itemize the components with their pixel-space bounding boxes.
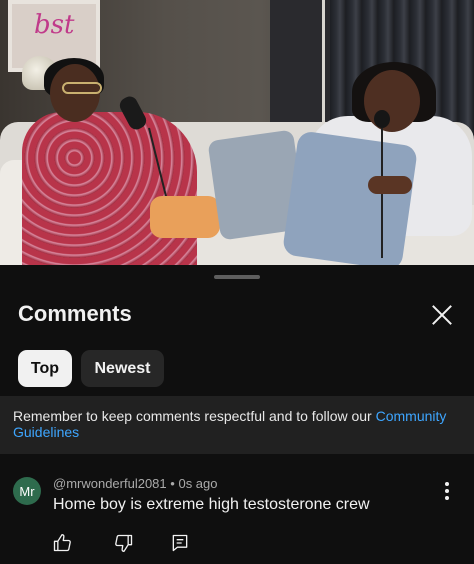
frame-logo: bst	[34, 10, 75, 40]
comment-item: Mr @mrwonderful2081 • 0s ago Home boy is…	[0, 471, 474, 564]
glasses	[62, 82, 102, 94]
panel-title: Comments	[18, 301, 132, 326]
notice-text: Remember to keep comments respectful and…	[13, 408, 376, 424]
person-right-head	[364, 70, 420, 132]
comment-meta: @mrwonderful2081 • 0s ago	[53, 476, 218, 491]
thumbs-up-icon[interactable]	[52, 533, 72, 553]
thumbs-down-icon[interactable]	[114, 533, 134, 553]
comment-time: 0s ago	[178, 476, 218, 491]
comment-text: Home boy is extreme high testosterone cr…	[53, 496, 370, 513]
video-player[interactable]: bst	[0, 0, 474, 265]
person-right-hand	[368, 176, 412, 194]
community-notice: Remember to keep comments respectful and…	[0, 396, 474, 454]
avatar[interactable]: Mr	[13, 477, 41, 505]
lamp-pole	[322, 0, 325, 125]
microphone-right	[374, 110, 390, 128]
close-icon[interactable]	[428, 301, 456, 329]
scarf	[150, 196, 220, 238]
comments-panel: Comments Top Newest Remember to keep com…	[0, 265, 474, 564]
meta-separator: •	[170, 476, 175, 491]
sort-chip-newest[interactable]: Newest	[81, 350, 164, 387]
comment-author[interactable]: @mrwonderful2081	[53, 476, 167, 491]
pillow-right	[281, 130, 419, 265]
reply-icon[interactable]	[170, 533, 190, 553]
more-options-icon[interactable]	[440, 481, 454, 503]
drag-handle[interactable]	[214, 275, 260, 279]
sort-chip-top[interactable]: Top	[18, 350, 72, 387]
person-left	[22, 112, 197, 265]
